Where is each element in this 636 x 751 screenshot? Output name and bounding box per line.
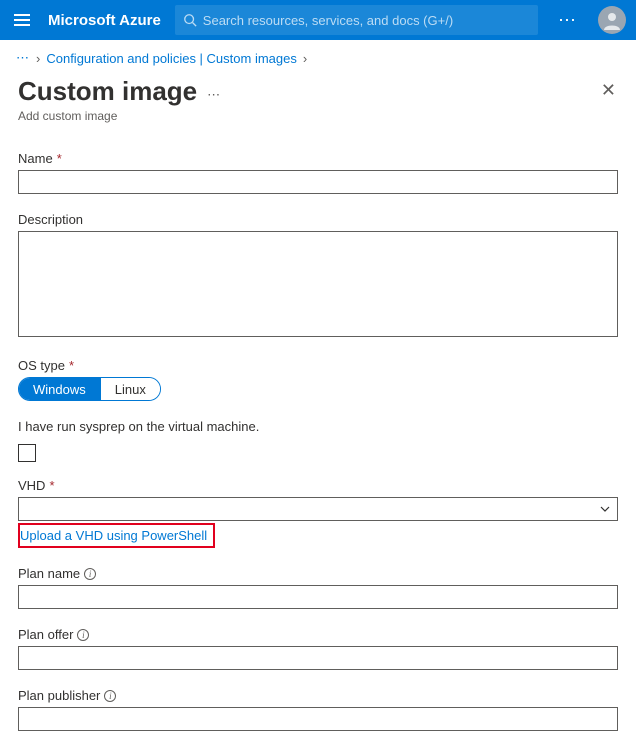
more-icon[interactable]: ⋯ [552,10,584,31]
menu-icon[interactable] [10,10,34,30]
page-title: Custom image [18,76,197,107]
breadcrumb-ellipsis[interactable]: ⋯ [16,50,30,66]
plan-offer-label: Plan offer [18,627,73,642]
os-linux-button[interactable]: Linux [101,378,160,400]
plan-name-field[interactable] [18,585,618,609]
upload-vhd-link[interactable]: Upload a VHD using PowerShell [20,528,207,543]
azure-topbar: Microsoft Azure ⋯ [0,0,636,40]
description-label: Description [18,212,83,227]
required-indicator: * [69,358,74,373]
title-more-icon[interactable]: ⋯ [207,87,220,103]
user-icon [602,10,622,30]
chevron-right-icon: › [303,51,307,66]
name-field[interactable] [18,170,618,194]
page-content: Custom image ⋯ ✕ Add custom image Name *… [0,76,636,751]
info-icon[interactable]: i [104,690,116,702]
name-label: Name [18,151,53,166]
chevron-right-icon: › [36,51,40,66]
plan-name-label: Plan name [18,566,80,581]
sysprep-checkbox[interactable] [18,444,36,462]
breadcrumb-link[interactable]: Configuration and policies | Custom imag… [46,51,297,66]
info-icon[interactable]: i [84,568,96,580]
brand-label: Microsoft Azure [48,12,161,29]
upload-vhd-highlight: Upload a VHD using PowerShell [18,523,215,548]
avatar[interactable] [598,6,626,34]
chevron-down-icon [599,503,611,515]
plan-publisher-field[interactable] [18,707,618,731]
vhd-select[interactable] [18,497,618,521]
plan-publisher-label: Plan publisher [18,688,100,703]
search-icon [183,13,197,27]
breadcrumb: ⋯ › Configuration and policies | Custom … [0,40,636,76]
search-box[interactable] [175,5,538,35]
info-icon[interactable]: i [77,629,89,641]
page-subtitle: Add custom image [18,109,618,123]
os-windows-button[interactable]: Windows [19,378,100,400]
required-indicator: * [49,478,54,493]
os-type-label: OS type [18,358,65,373]
plan-offer-field[interactable] [18,646,618,670]
sysprep-label: I have run sysprep on the virtual machin… [18,419,259,434]
description-field[interactable] [18,231,618,337]
close-icon[interactable]: ✕ [601,80,616,101]
required-indicator: * [57,151,62,166]
os-type-segmented: Windows Linux [18,377,161,401]
search-input[interactable] [203,13,530,28]
vhd-label: VHD [18,478,45,493]
